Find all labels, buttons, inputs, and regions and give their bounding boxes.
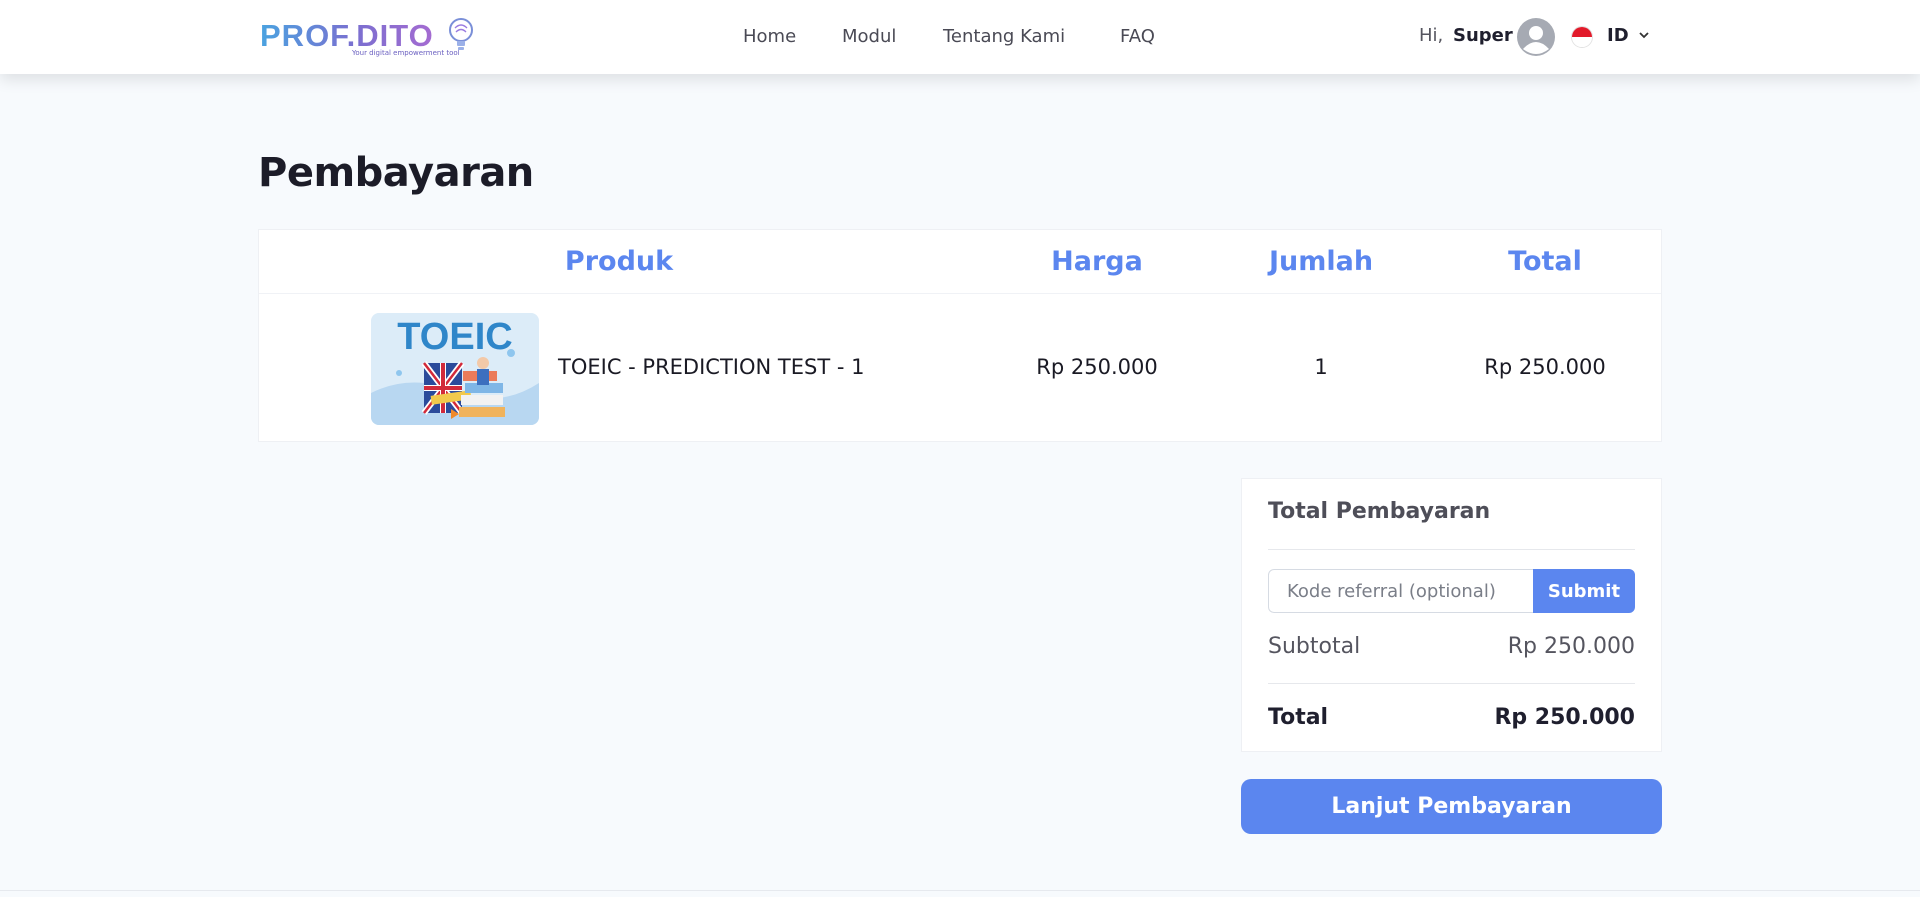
user-name[interactable]: Super: [1453, 25, 1513, 46]
referral-code-input[interactable]: [1268, 569, 1534, 613]
nav-faq[interactable]: FAQ: [1120, 26, 1155, 47]
top-navbar: PROF.DITO Your digital empowerment tool …: [0, 0, 1920, 74]
column-price: Harga: [1051, 246, 1143, 277]
avatar-icon[interactable]: [1517, 18, 1555, 56]
total-value: Rp 250.000: [1494, 705, 1635, 730]
indonesia-flag-icon[interactable]: [1571, 26, 1593, 48]
submit-referral-button[interactable]: Submit: [1533, 569, 1635, 613]
divider: [1268, 549, 1635, 550]
footer-divider: [0, 890, 1920, 891]
thumbnail-title: TOEIC: [397, 316, 512, 358]
lightbulb-icon: [449, 18, 473, 50]
cart-table: Produk Harga Jumlah Total TOEIC TOEIC - …: [258, 229, 1662, 442]
subtotal-value: Rp 250.000: [1507, 634, 1635, 659]
product-qty: 1: [1314, 355, 1328, 379]
subtotal-label: Subtotal: [1268, 634, 1361, 659]
column-product: Produk: [564, 246, 674, 277]
product-price: Rp 250.000: [1036, 355, 1158, 379]
column-qty: Jumlah: [1268, 246, 1374, 277]
nav-tentang-kami[interactable]: Tentang Kami: [943, 26, 1065, 47]
product-total: Rp 250.000: [1484, 355, 1606, 379]
logo-tagline: Your digital empowerment tool: [352, 49, 460, 57]
brand-logo[interactable]: PROF.DITO Your digital empowerment tool: [260, 14, 480, 60]
payment-summary: Total Pembayaran Submit Subtotal Rp 250.…: [1241, 478, 1662, 752]
column-total: Total: [1508, 246, 1582, 277]
summary-title: Total Pembayaran: [1268, 499, 1491, 524]
product-thumbnail: TOEIC: [371, 313, 539, 425]
page-title: Pembayaran: [258, 150, 534, 196]
toeic-illustration: TOEIC: [371, 313, 539, 425]
continue-payment-button[interactable]: Lanjut Pembayaran: [1241, 779, 1662, 834]
product-name: TOEIC - PREDICTION TEST - 1: [558, 355, 865, 379]
table-header: Produk Harga Jumlah Total: [259, 230, 1661, 294]
total-label: Total: [1268, 705, 1329, 730]
chevron-down-icon[interactable]: [1637, 28, 1651, 42]
divider: [1268, 683, 1635, 684]
nav-modul[interactable]: Modul: [842, 26, 896, 47]
user-greeting: Hi,: [1419, 25, 1444, 46]
nav-home[interactable]: Home: [743, 26, 796, 47]
language-selector[interactable]: ID: [1607, 25, 1629, 46]
